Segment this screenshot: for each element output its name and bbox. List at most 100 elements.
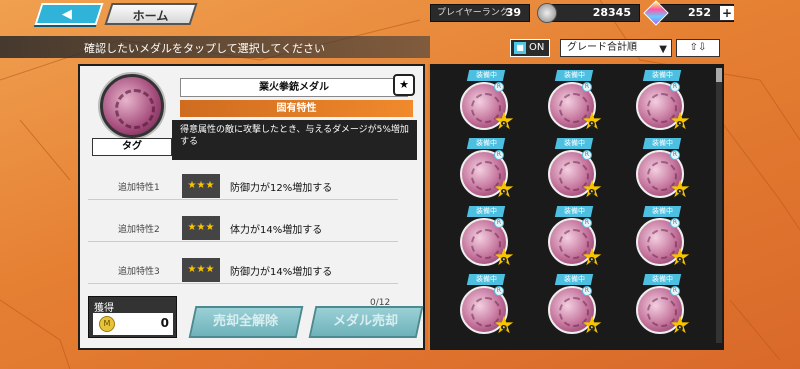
back-button[interactable]: ◀ <box>34 3 104 25</box>
rarity-icon: R <box>494 218 504 228</box>
medal-card[interactable]: 装備中 R ★ 9 <box>454 274 518 338</box>
equipped-label: 装備中 <box>563 275 585 283</box>
selected-medal-image <box>100 74 164 138</box>
medal-level: 9 <box>500 120 508 131</box>
gem-icon <box>643 0 669 26</box>
scrollbar-thumb[interactable] <box>716 68 722 82</box>
medal-card[interactable]: 装備中 R ★ 9 <box>630 138 694 202</box>
grade-star-icon: ★ 9 <box>493 311 515 339</box>
add-gems-button[interactable]: + <box>720 6 734 20</box>
medal-level: 9 <box>588 188 596 199</box>
sort-dropdown[interactable]: グレード合計順 ▼ <box>560 39 672 57</box>
medal-card[interactable]: 装備中 R ★ 9 <box>630 206 694 270</box>
gain-label: 獲得 <box>94 303 114 314</box>
filter-toggle[interactable]: ■ ON <box>510 39 550 57</box>
grade-star-icon: ★ 9 <box>493 107 515 135</box>
medal-level: 9 <box>676 256 684 267</box>
medal-card[interactable]: 装備中 R ★ 9 <box>454 206 518 270</box>
medal-card[interactable]: 装備中 R ★ 9 <box>630 274 694 338</box>
medal-level: 9 <box>588 324 596 335</box>
sell-medal-label: メダル売却 <box>333 314 399 329</box>
medal-lock-button[interactable]: ★ <box>393 74 415 96</box>
equipped-tag: 装備中 <box>554 138 594 149</box>
rarity-icon: R <box>582 82 592 92</box>
equipped-label: 装備中 <box>563 139 585 147</box>
medal-card[interactable]: 装備中 R ★ 9 <box>542 206 606 270</box>
gain-value: 0 <box>160 316 169 330</box>
rarity-icon: R <box>582 150 592 160</box>
top-bar: ◀ ホーム プレイヤーランク 39 28345 252 + <box>0 0 800 32</box>
equipped-tag: 装備中 <box>466 206 506 217</box>
sort-dropdown-label: グレード合計順 <box>567 42 637 53</box>
chevron-down-icon: ▼ <box>659 44 667 55</box>
player-rank-value: 39 <box>505 6 521 19</box>
sort-order-button[interactable]: ⇧⇩ <box>676 39 720 57</box>
equipped-tag: 装備中 <box>554 206 594 217</box>
grade-star-icon: ★ 9 <box>669 175 691 203</box>
medal-card[interactable]: 装備中 R ★ 9 <box>542 274 606 338</box>
equipped-label: 装備中 <box>651 71 673 79</box>
equipped-label: 装備中 <box>475 139 497 147</box>
trait-stars: ★★★ <box>182 216 220 240</box>
equipped-label: 装備中 <box>563 71 585 79</box>
coin-counter: 28345 <box>537 3 640 23</box>
grid-scrollbar[interactable] <box>716 68 722 343</box>
medal-level: 9 <box>676 120 684 131</box>
home-button[interactable]: ホーム <box>104 3 198 25</box>
equipped-label: 装備中 <box>475 71 497 79</box>
equipped-tag: 装備中 <box>466 138 506 149</box>
extra-trait-text: 防御力が14%増加する <box>230 267 333 278</box>
medal-card[interactable]: 装備中 R ★ 9 <box>630 70 694 134</box>
rarity-icon: R <box>670 150 680 160</box>
medal-card[interactable]: 装備中 R ★ 9 <box>454 70 518 134</box>
tag-button[interactable]: タグ <box>92 138 172 156</box>
player-rank-label: プレイヤーランク <box>437 8 509 18</box>
medal-card[interactable]: 装備中 R ★ 9 <box>454 138 518 202</box>
equipped-tag: 装備中 <box>642 274 682 285</box>
instruction-strip: 確認したいメダルをタップして選択してください <box>0 36 430 58</box>
equipped-label: 装備中 <box>651 139 673 147</box>
extra-trait-row: 追加特性1 ★★★ 防御力が12%増加する <box>88 172 398 200</box>
toggle-label: ON <box>529 42 545 53</box>
rarity-icon: R <box>494 286 504 296</box>
grade-star-icon: ★ 9 <box>669 243 691 271</box>
medal-name: 業火拳銃メダル <box>180 78 408 97</box>
medal-level: 9 <box>500 188 508 199</box>
sort-order-icon: ⇧⇩ <box>689 42 707 53</box>
equipped-label: 装備中 <box>475 275 497 283</box>
equipped-label: 装備中 <box>651 207 673 215</box>
unique-trait-title: 固有特性 <box>180 100 413 117</box>
gain-value-box: M 0 <box>93 313 173 335</box>
coin-value: 28345 <box>592 6 631 19</box>
medal-detail-panel: タグ 業火拳銃メダル ★ 固有特性 得意属性の敵に攻撃したとき、与えるダメージが… <box>78 64 425 350</box>
equipped-tag: 装備中 <box>642 138 682 149</box>
unequip-all-button[interactable]: 売却全解除 <box>188 306 304 338</box>
medal-level: 9 <box>676 188 684 199</box>
rarity-icon: R <box>582 286 592 296</box>
medal-coin-icon: M <box>99 316 115 332</box>
sell-medal-button[interactable]: メダル売却 <box>308 306 424 338</box>
extra-trait-row: 追加特性2 ★★★ 体力が14%増加する <box>88 214 398 242</box>
player-rank: プレイヤーランク 39 <box>430 4 530 22</box>
gem-counter: 252 + <box>643 0 734 26</box>
unique-trait-description: 得意属性の敵に攻撃したとき、与えるダメージが5%増加する <box>172 120 417 160</box>
equipped-label: 装備中 <box>651 275 673 283</box>
equipped-label: 装備中 <box>563 207 585 215</box>
unequip-all-label: 売却全解除 <box>213 314 279 329</box>
gain-box: 獲得 M 0 <box>88 296 177 338</box>
grade-star-icon: ★ 9 <box>493 243 515 271</box>
trait-stars: ★★★ <box>182 174 220 198</box>
extra-trait-row: 追加特性3 ★★★ 防御力が14%増加する <box>88 256 398 284</box>
equipped-tag: 装備中 <box>466 70 506 81</box>
equipped-tag: 装備中 <box>554 70 594 81</box>
medal-level: 9 <box>676 324 684 335</box>
medal-card[interactable]: 装備中 R ★ 9 <box>542 70 606 134</box>
grade-star-icon: ★ 9 <box>581 311 603 339</box>
equipped-tag: 装備中 <box>642 206 682 217</box>
medal-level: 9 <box>588 256 596 267</box>
medal-card[interactable]: 装備中 R ★ 9 <box>542 138 606 202</box>
grade-star-icon: ★ 9 <box>493 175 515 203</box>
grade-star-icon: ★ 9 <box>581 107 603 135</box>
rarity-icon: R <box>494 150 504 160</box>
equipped-tag: 装備中 <box>642 70 682 81</box>
